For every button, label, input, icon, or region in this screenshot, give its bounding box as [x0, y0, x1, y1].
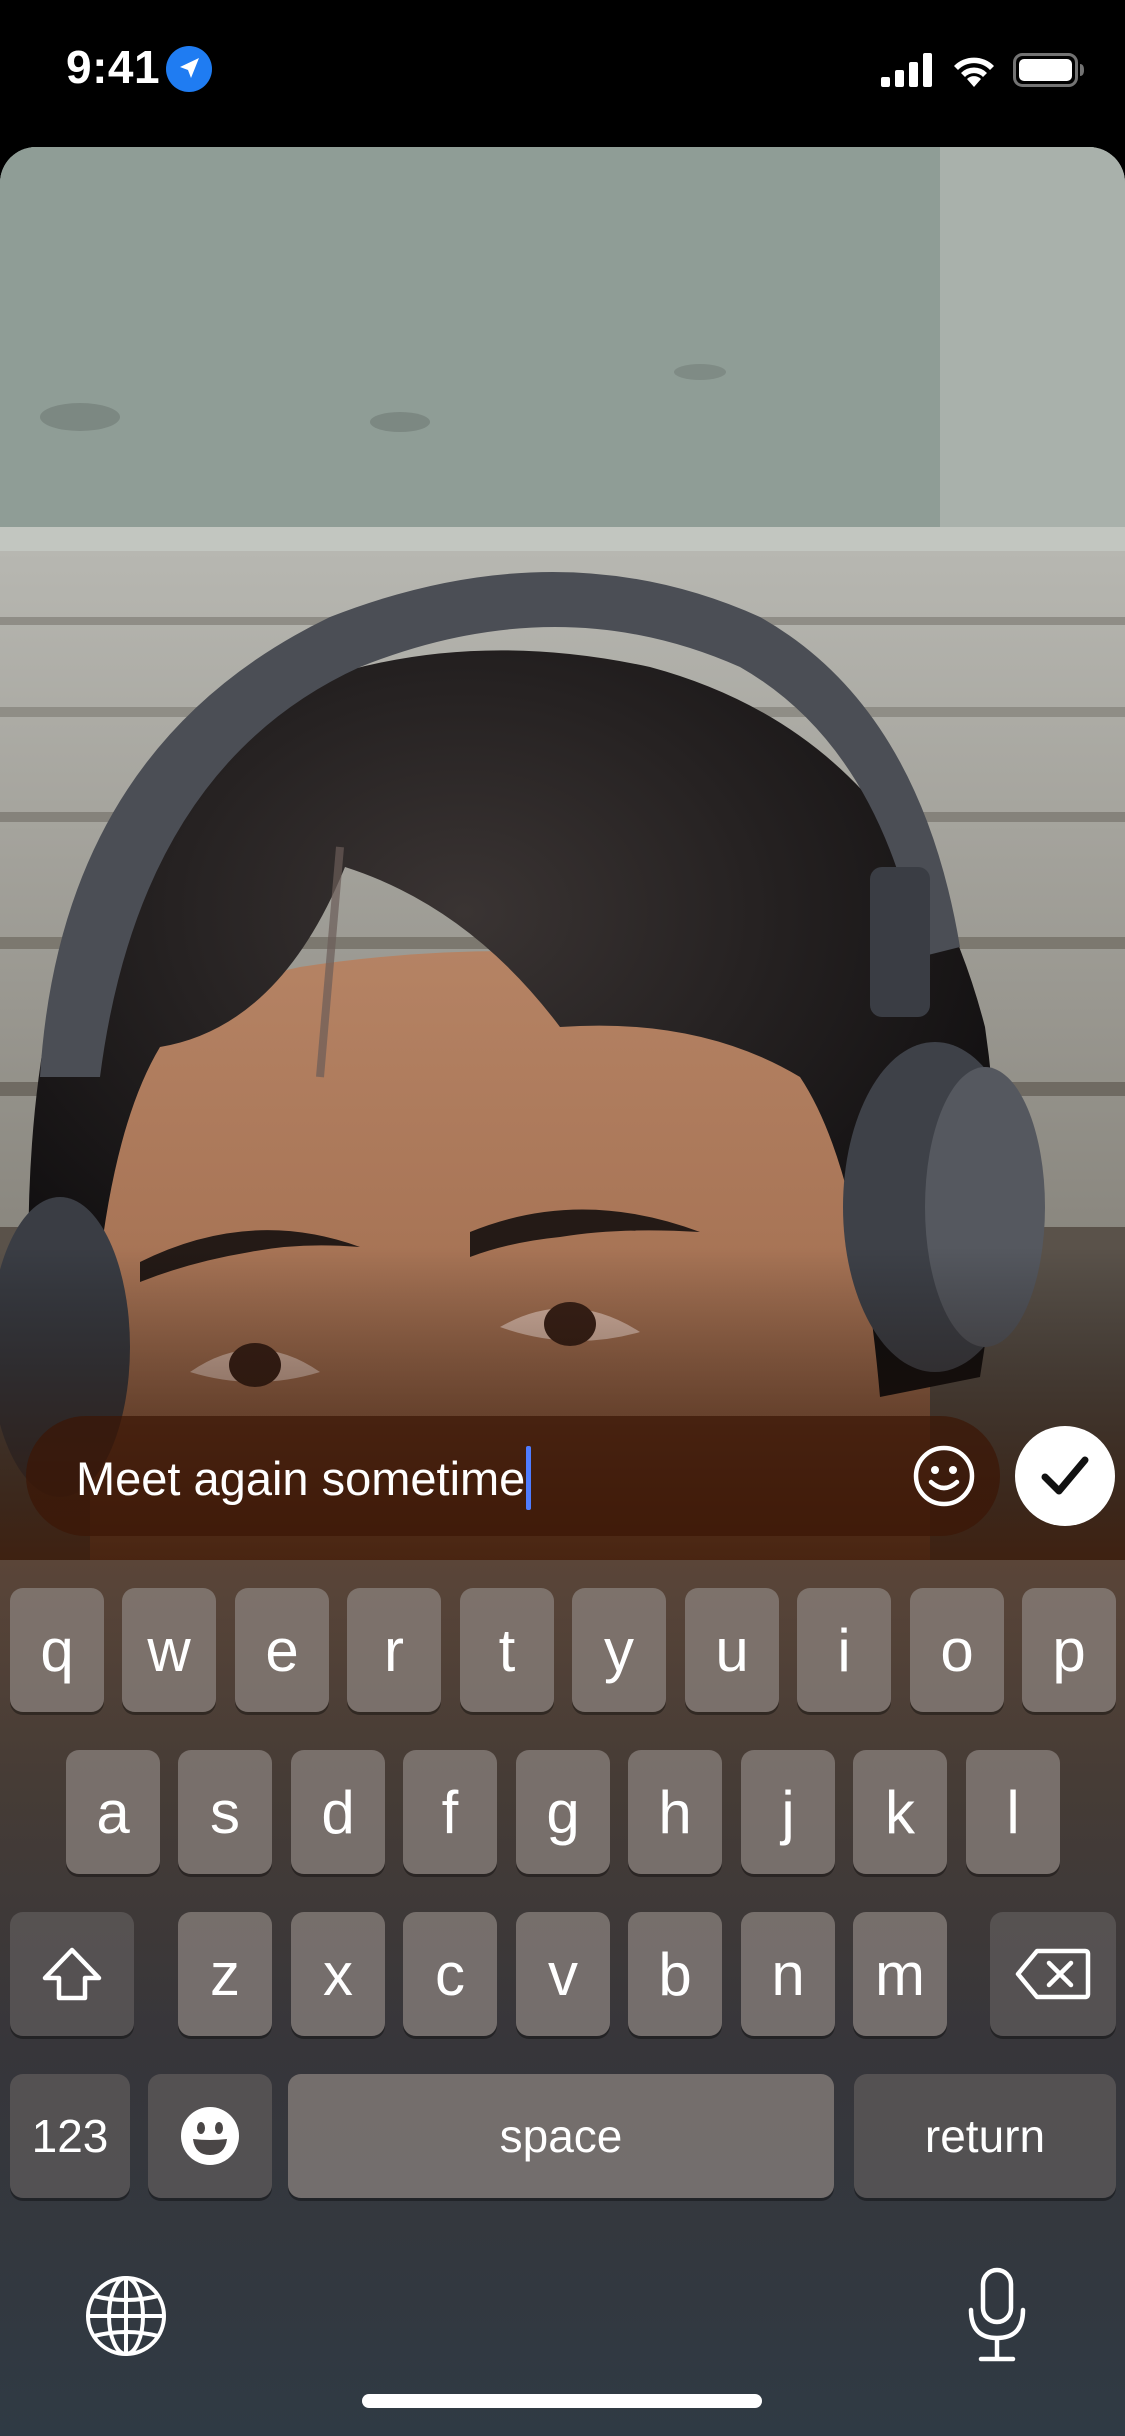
location-arrow-icon	[166, 46, 212, 92]
key-b[interactable]: b	[628, 1912, 722, 2036]
key-j[interactable]: j	[741, 1750, 835, 1874]
key-u[interactable]: u	[685, 1588, 779, 1712]
shift-key[interactable]	[10, 1912, 134, 2036]
key-y[interactable]: y	[572, 1588, 666, 1712]
key-i[interactable]: i	[797, 1588, 891, 1712]
smiley-face-icon[interactable]	[912, 1444, 976, 1508]
key-x[interactable]: x	[291, 1912, 385, 2036]
key-c[interactable]: c	[403, 1912, 497, 2036]
emoji-keyboard-key[interactable]	[148, 2074, 272, 2198]
status-indicators	[881, 50, 1085, 90]
battery-icon	[1013, 53, 1084, 87]
key-v[interactable]: v	[516, 1912, 610, 2036]
key-s[interactable]: s	[178, 1750, 272, 1874]
confirm-button[interactable]	[1015, 1426, 1115, 1526]
globe-icon[interactable]	[84, 2274, 168, 2358]
key-e[interactable]: e	[235, 1588, 329, 1712]
space-key[interactable]: space	[288, 2074, 834, 2198]
caption-input[interactable]: Meet again sometime	[26, 1416, 1000, 1536]
key-g[interactable]: g	[516, 1750, 610, 1874]
wifi-icon	[954, 57, 994, 87]
key-q[interactable]: q	[10, 1588, 104, 1712]
key-w[interactable]: w	[122, 1588, 216, 1712]
key-k[interactable]: k	[853, 1750, 947, 1874]
key-r[interactable]: r	[347, 1588, 441, 1712]
checkmark-icon	[1041, 1456, 1089, 1495]
key-l[interactable]: l	[966, 1750, 1060, 1874]
return-key[interactable]: return	[854, 2074, 1116, 2198]
delete-key[interactable]	[990, 1912, 1116, 2036]
key-h[interactable]: h	[628, 1750, 722, 1874]
key-t[interactable]: t	[460, 1588, 554, 1712]
cellular-signal-icon	[881, 53, 932, 87]
home-indicator[interactable]	[362, 2394, 762, 2408]
key-m[interactable]: m	[853, 1912, 947, 2036]
text-caret	[526, 1446, 532, 1510]
key-d[interactable]: d	[291, 1750, 385, 1874]
caption-value: Meet again sometime	[76, 1451, 526, 1505]
status-time: 9:41	[66, 41, 161, 93]
photo-preview	[0, 147, 1125, 1567]
caption-text-field[interactable]: Meet again sometime	[76, 1446, 532, 1510]
key-f[interactable]: f	[403, 1750, 497, 1874]
key-n[interactable]: n	[741, 1912, 835, 2036]
shift-arrow-icon	[42, 1947, 102, 2001]
key-z[interactable]: z	[178, 1912, 272, 2036]
emoji-keyboard-icon	[181, 2107, 239, 2165]
status-bar: 9:41	[0, 0, 1125, 145]
keyboard: q w e r t y u i o p a s d f g h j k l z …	[0, 1560, 1125, 2436]
key-a[interactable]: a	[66, 1750, 160, 1874]
numbers-key[interactable]: 123	[10, 2074, 130, 2198]
microphone-icon[interactable]	[965, 2266, 1029, 2366]
screen: 9:41 Meet again sometime q w e r t y u i…	[0, 0, 1125, 2436]
key-o[interactable]: o	[910, 1588, 1004, 1712]
key-p[interactable]: p	[1022, 1588, 1116, 1712]
delete-backspace-icon	[1015, 1948, 1091, 2000]
